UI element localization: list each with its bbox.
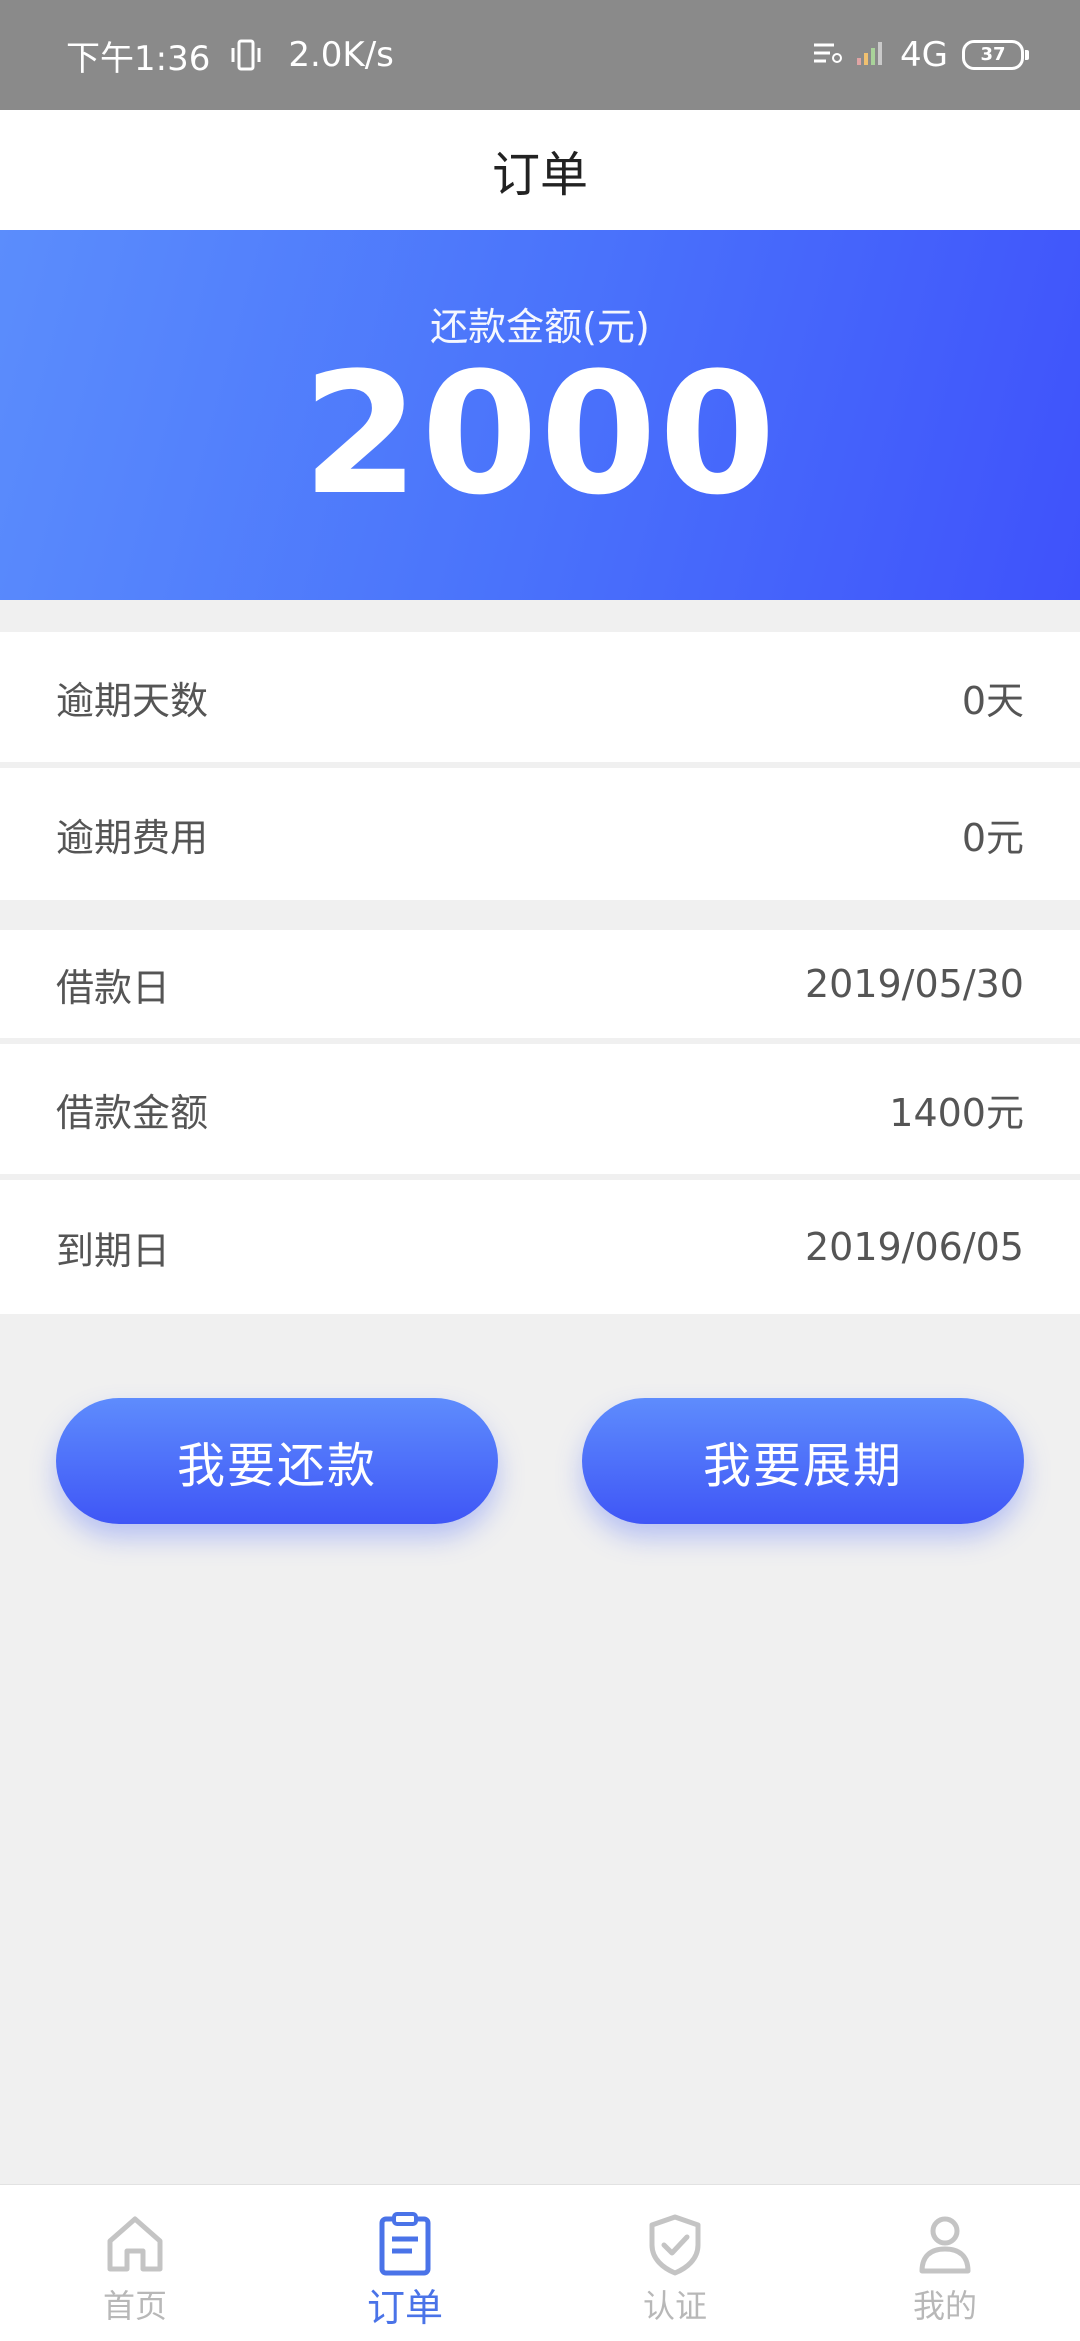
detail-label: 逾期天数 [56, 678, 209, 723]
status-bar: 下午1:36 2.0K/s 4G 37 [0, 0, 1080, 110]
vibrate-icon [230, 37, 262, 73]
page-title: 订单 [491, 147, 588, 203]
detail-label: 逾期费用 [56, 815, 209, 860]
tab-label: 首页 [102, 2287, 167, 2325]
repay-button[interactable]: 我要还款 [56, 1398, 498, 1524]
detail-row-due-date: 到期日 2019/06/05 [0, 1180, 1080, 1314]
tab-mine[interactable]: 我的 [810, 2185, 1080, 2341]
detail-label: 到期日 [56, 1228, 171, 1273]
tab-label: 我的 [912, 2287, 977, 2325]
detail-row-overdue-fee: 逾期费用 0元 [0, 768, 1080, 900]
detail-row-loan-date: 借款日 2019/05/30 [0, 930, 1080, 1038]
tab-label: 认证 [642, 2287, 707, 2325]
detail-value: 0元 [961, 815, 1024, 860]
battery-icon: 37 [962, 40, 1029, 70]
status-speed: 2.0K/s [288, 35, 394, 75]
repayment-amount-value: 2000 [302, 336, 778, 532]
user-icon [919, 2216, 971, 2274]
order-icon [379, 2212, 431, 2276]
shield-check-icon [649, 2214, 701, 2276]
data-saver-icon [812, 35, 843, 75]
detail-value: 0天 [961, 678, 1024, 723]
detail-row-overdue-days: 逾期天数 0天 [0, 632, 1080, 762]
tab-label: 订单 [366, 2286, 443, 2330]
detail-value: 1400元 [889, 1090, 1024, 1135]
detail-value: 2019/05/30 [804, 962, 1024, 1006]
detail-label: 借款日 [56, 965, 171, 1010]
home-icon [107, 2216, 163, 2272]
status-right: 4G 37 [798, 0, 1029, 110]
tab-home[interactable]: 首页 [0, 2185, 270, 2341]
detail-row-loan-amount: 借款金额 1400元 [0, 1044, 1080, 1174]
extend-button[interactable]: 我要展期 [582, 1398, 1024, 1524]
title-bar: 订单 [0, 110, 1080, 230]
bottom-tab-bar: 首页 订单 认证 我的 [0, 2184, 1080, 2341]
tab-order[interactable]: 订单 [270, 2185, 540, 2341]
signal-icon [856, 35, 886, 75]
status-time: 下午1:36 [66, 38, 211, 79]
repayment-summary-banner: 还款金额(元) 2000 [0, 230, 1080, 600]
detail-value: 2019/06/05 [804, 1225, 1024, 1269]
status-left: 下午1:36 2.0K/s [66, 0, 394, 110]
detail-label: 借款金额 [56, 1090, 209, 1135]
network-type: 4G [900, 35, 948, 75]
tab-verify[interactable]: 认证 [540, 2185, 810, 2341]
